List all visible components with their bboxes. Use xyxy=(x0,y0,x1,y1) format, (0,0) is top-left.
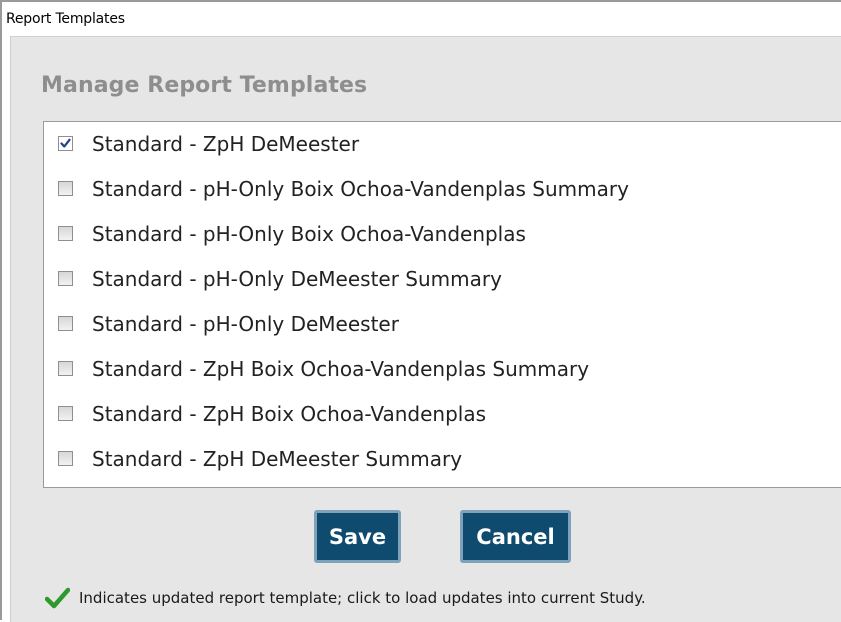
report-templates-window: Report Templates Manage Report Templates… xyxy=(0,0,841,622)
legend-note: Indicates updated report template; click… xyxy=(45,587,646,609)
template-checkbox[interactable] xyxy=(58,226,73,241)
template-label: Standard - pH-Only Boix Ochoa-Vandenplas… xyxy=(92,177,629,201)
template-item[interactable]: Standard - ZpH Boix Ochoa-Vandenplas Sum… xyxy=(44,347,841,391)
template-item[interactable]: Standard - pH-Only Boix Ochoa-Vandenplas… xyxy=(44,167,841,211)
template-label: Standard - pH-Only DeMeester Summary xyxy=(92,267,502,291)
template-label: Standard - ZpH Boix Ochoa-Vandenplas xyxy=(92,402,487,426)
cancel-button[interactable]: Cancel xyxy=(460,510,571,563)
dialog-heading: Manage Report Templates xyxy=(41,73,368,98)
template-item[interactable]: Standard - pH-Only DeMeester xyxy=(44,302,841,346)
window-title: Report Templates xyxy=(6,11,125,27)
template-item[interactable]: Standard - pH-Only Boix Ochoa-Vandenplas xyxy=(44,212,841,256)
template-item[interactable]: Standard - ZpH DeMeester xyxy=(44,122,841,166)
template-item[interactable]: Standard - ZpH Boix Ochoa-Vandenplas xyxy=(44,392,841,436)
template-checkbox[interactable] xyxy=(58,451,73,466)
manage-report-templates-panel: Manage Report Templates Standard - ZpH D… xyxy=(10,36,841,622)
template-item[interactable]: Standard - pH-Only DeMeester Summary xyxy=(44,257,841,301)
save-button[interactable]: Save xyxy=(314,510,401,563)
template-item[interactable]: Standard - ZpH DeMeester Summary xyxy=(44,437,841,481)
template-list[interactable]: Standard - ZpH DeMeester Standard - pH-O… xyxy=(43,121,841,488)
template-checkbox[interactable] xyxy=(58,181,73,196)
template-checkbox[interactable] xyxy=(58,316,73,331)
checkbox-tick-icon xyxy=(60,138,71,148)
legend-text: Indicates updated report template; click… xyxy=(79,589,646,607)
template-label: Standard - ZpH DeMeester xyxy=(92,132,360,156)
template-checkbox[interactable] xyxy=(58,271,73,286)
template-checkbox[interactable] xyxy=(58,361,73,376)
template-checkbox[interactable] xyxy=(58,136,73,151)
template-label: Standard - ZpH DeMeester Summary xyxy=(92,447,463,471)
template-checkbox[interactable] xyxy=(58,406,73,421)
green-checkmark-icon xyxy=(45,587,70,609)
template-label: Standard - pH-Only Boix Ochoa-Vandenplas xyxy=(92,222,526,246)
template-label: Standard - pH-Only DeMeester xyxy=(92,312,399,336)
template-label: Standard - ZpH Boix Ochoa-Vandenplas Sum… xyxy=(92,357,590,381)
title-bar: Report Templates xyxy=(2,2,841,36)
